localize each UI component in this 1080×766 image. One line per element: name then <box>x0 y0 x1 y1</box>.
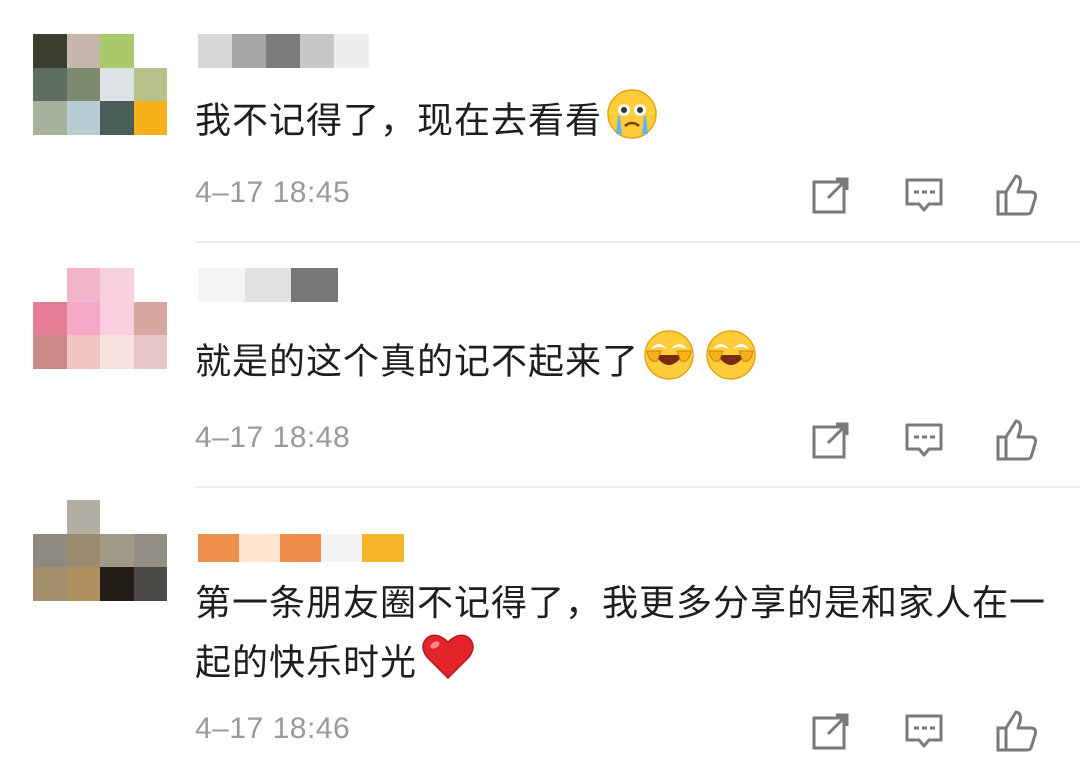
comment-icon <box>901 423 947 467</box>
comment-actions <box>808 708 1040 754</box>
username-pixel <box>291 268 339 302</box>
comment-icon <box>901 178 947 222</box>
avatar-pixel <box>133 533 167 567</box>
username-pixel <box>198 268 246 302</box>
avatar-pixel <box>33 268 67 302</box>
comment-text-content: 我不记得了，现在去看看 <box>195 100 603 142</box>
share-button[interactable] <box>808 708 854 754</box>
avatar-pixel <box>133 500 167 534</box>
comment-item: 就是的这个真的记不起来了 4–17 18:48 <box>0 243 1080 487</box>
avatar-pixel <box>133 34 167 68</box>
comment-timestamp: 4–17 18:46 <box>195 712 351 745</box>
avatar-pixel <box>66 101 100 135</box>
avatar-pixel <box>66 567 100 601</box>
avatar-pixel <box>100 34 134 68</box>
comment-item: 第一条朋友圈不记得了，我更多分享的是和家人在一起的快乐时光 4–17 18:46 <box>0 488 1080 766</box>
avatar-pixel <box>33 500 67 534</box>
avatar-pixel <box>33 101 67 135</box>
avatar-pixel <box>100 500 134 534</box>
avatar-pixel <box>66 335 100 369</box>
avatar-pixel <box>33 301 67 335</box>
avatar-pixel <box>100 101 134 135</box>
reply-button[interactable] <box>901 417 947 463</box>
comment-text: 就是的这个真的记不起来了 <box>195 329 1050 398</box>
share-icon <box>808 713 854 758</box>
avatar-pixel <box>66 268 100 302</box>
avatar-pixel <box>33 335 67 369</box>
username-pixel <box>280 534 322 562</box>
avatar-pixel <box>33 34 67 68</box>
avatar-pixel <box>33 567 67 601</box>
username[interactable] <box>198 268 339 302</box>
username-pixel <box>198 34 233 68</box>
avatar[interactable] <box>33 34 167 135</box>
laughing-covering-face-emoji <box>643 329 695 398</box>
share-button[interactable] <box>808 172 854 218</box>
username[interactable] <box>198 34 369 68</box>
avatar-pixel <box>100 301 134 335</box>
username-pixel <box>239 534 281 562</box>
red-heart-emoji <box>421 632 475 697</box>
username-pixel <box>266 34 301 68</box>
avatar[interactable] <box>33 500 167 601</box>
avatar-pixel <box>133 67 167 101</box>
like-icon <box>994 174 1040 222</box>
avatar-pixel <box>66 34 100 68</box>
avatar-pixel <box>66 301 100 335</box>
like-icon <box>994 710 1040 758</box>
comment-text: 第一条朋友圈不记得了，我更多分享的是和家人在一起的快乐时光 <box>195 576 1050 697</box>
comment-timestamp: 4–17 18:48 <box>195 421 351 454</box>
avatar[interactable] <box>33 268 167 369</box>
username-pixel <box>334 34 369 68</box>
comment-actions <box>808 417 1040 463</box>
avatar-pixel <box>100 268 134 302</box>
avatar-pixel <box>133 101 167 135</box>
avatar-pixel <box>100 567 134 601</box>
comment-text: 我不记得了，现在去看看 <box>195 88 1050 157</box>
avatar-pixel <box>100 335 134 369</box>
avatar-pixel <box>133 335 167 369</box>
avatar-pixel <box>100 533 134 567</box>
username[interactable] <box>198 534 404 562</box>
reply-button[interactable] <box>901 172 947 218</box>
avatar-pixel <box>33 533 67 567</box>
like-button[interactable] <box>994 172 1040 218</box>
comment-timestamp: 4–17 18:45 <box>195 176 351 209</box>
username-pixel <box>321 534 363 562</box>
share-icon <box>808 422 854 467</box>
avatar-pixel <box>133 301 167 335</box>
username-pixel <box>362 534 404 562</box>
share-button[interactable] <box>808 417 854 463</box>
avatar-pixel <box>33 67 67 101</box>
avatar-pixel <box>66 533 100 567</box>
username-pixel <box>232 34 267 68</box>
avatar-pixel <box>66 500 100 534</box>
crying-face-emoji <box>606 88 658 157</box>
comment-text-content: 就是的这个真的记不起来了 <box>195 341 640 383</box>
comment-actions <box>808 172 1040 218</box>
username-pixel <box>244 268 292 302</box>
comment-text-content: 第一条朋友圈不记得了，我更多分享的是和家人在一起的快乐时光 <box>195 583 1047 684</box>
avatar-pixel <box>66 67 100 101</box>
like-button[interactable] <box>994 417 1040 463</box>
username-pixel <box>300 34 335 68</box>
laughing-covering-face-emoji <box>705 329 757 398</box>
avatar-pixel <box>100 67 134 101</box>
avatar-pixel <box>133 268 167 302</box>
username-pixel <box>198 534 240 562</box>
avatar-pixel <box>133 567 167 601</box>
comment-item: 我不记得了，现在去看看 4–17 18:45 <box>0 0 1080 242</box>
comment-icon <box>901 714 947 758</box>
like-button[interactable] <box>994 708 1040 754</box>
like-icon <box>994 419 1040 467</box>
share-icon <box>808 177 854 222</box>
reply-button[interactable] <box>901 708 947 754</box>
